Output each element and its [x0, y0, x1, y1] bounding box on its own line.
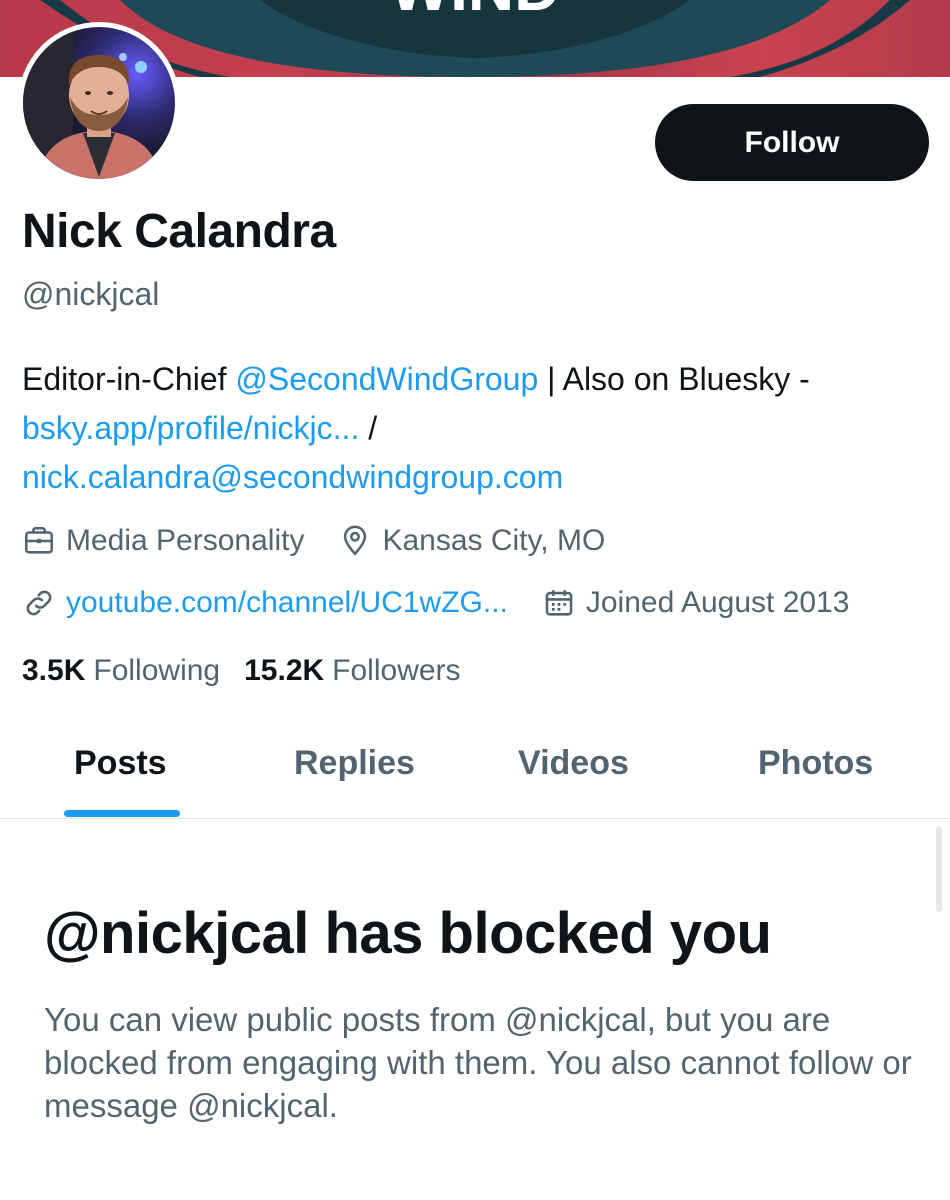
profile-joined: Joined August 2013: [542, 586, 850, 620]
profile-tabs: Posts Replies Videos Photos: [0, 730, 950, 819]
profile-meta-row-1: Media Personality Kansas City, MO: [22, 524, 639, 558]
avatar-photo: [23, 27, 175, 179]
briefcase-icon: [24, 526, 54, 554]
profile-meta-row-2: youtube.com/channel/UC1wZG... Joined Aug…: [22, 586, 883, 620]
profile-page: WIND: [0, 0, 950, 1200]
profile-category: Media Personality: [22, 524, 304, 558]
profile-stats: 3.5K Following 15.2K Followers: [22, 654, 485, 688]
profile-location: Kansas City, MO: [338, 524, 605, 558]
profile-website-link[interactable]: youtube.com/channel/UC1wZG...: [66, 586, 508, 620]
blocked-title: @nickjcal has blocked you: [44, 901, 772, 966]
following-label: Following: [93, 654, 221, 687]
link-icon: [26, 590, 52, 616]
profile-joined-text: Joined August 2013: [585, 586, 850, 619]
following-count: 3.5K: [22, 654, 86, 687]
calendar-icon: [545, 590, 573, 616]
followers-stat[interactable]: 15.2K Followers: [244, 654, 460, 688]
avatar[interactable]: [23, 27, 175, 179]
tab-replies[interactable]: Replies: [294, 744, 415, 783]
bio-separator: /: [359, 410, 378, 446]
profile-bio: Editor-in-Chief @SecondWindGroup | Also …: [22, 355, 932, 502]
profile-category-text: Media Personality: [66, 524, 305, 557]
profile-handle: @nickjcal: [22, 276, 160, 312]
scrollbar[interactable]: [936, 826, 942, 912]
blocked-message: You can view public posts from @nickjcal…: [44, 1001, 912, 1124]
profile-name: Nick Calandra: [22, 205, 336, 258]
tab-posts[interactable]: Posts: [74, 744, 167, 783]
bio-text-prefix: Editor-in-Chief: [22, 361, 236, 397]
bio-mention-link[interactable]: @SecondWindGroup: [235, 361, 538, 397]
profile-location-text: Kansas City, MO: [382, 524, 606, 557]
banner-wordmark: WIND: [390, 0, 561, 24]
follow-button[interactable]: Follow: [655, 104, 929, 181]
bio-email-link[interactable]: nick.calandra@secondwindgroup.com: [22, 459, 563, 495]
active-tab-indicator: [64, 810, 180, 817]
followers-label: Followers: [332, 654, 461, 687]
following-stat[interactable]: 3.5K Following: [22, 654, 220, 688]
map-pin-icon: [344, 525, 367, 556]
bio-text-middle: | Also on Bluesky -: [538, 361, 810, 397]
bio-bluesky-link[interactable]: bsky.app/profile/nickjc...: [22, 410, 359, 446]
profile-website[interactable]: youtube.com/channel/UC1wZG...: [22, 586, 508, 620]
tab-photos[interactable]: Photos: [758, 744, 873, 783]
tab-videos[interactable]: Videos: [518, 744, 629, 783]
avatar-frame[interactable]: [18, 22, 180, 184]
followers-count: 15.2K: [244, 654, 325, 687]
